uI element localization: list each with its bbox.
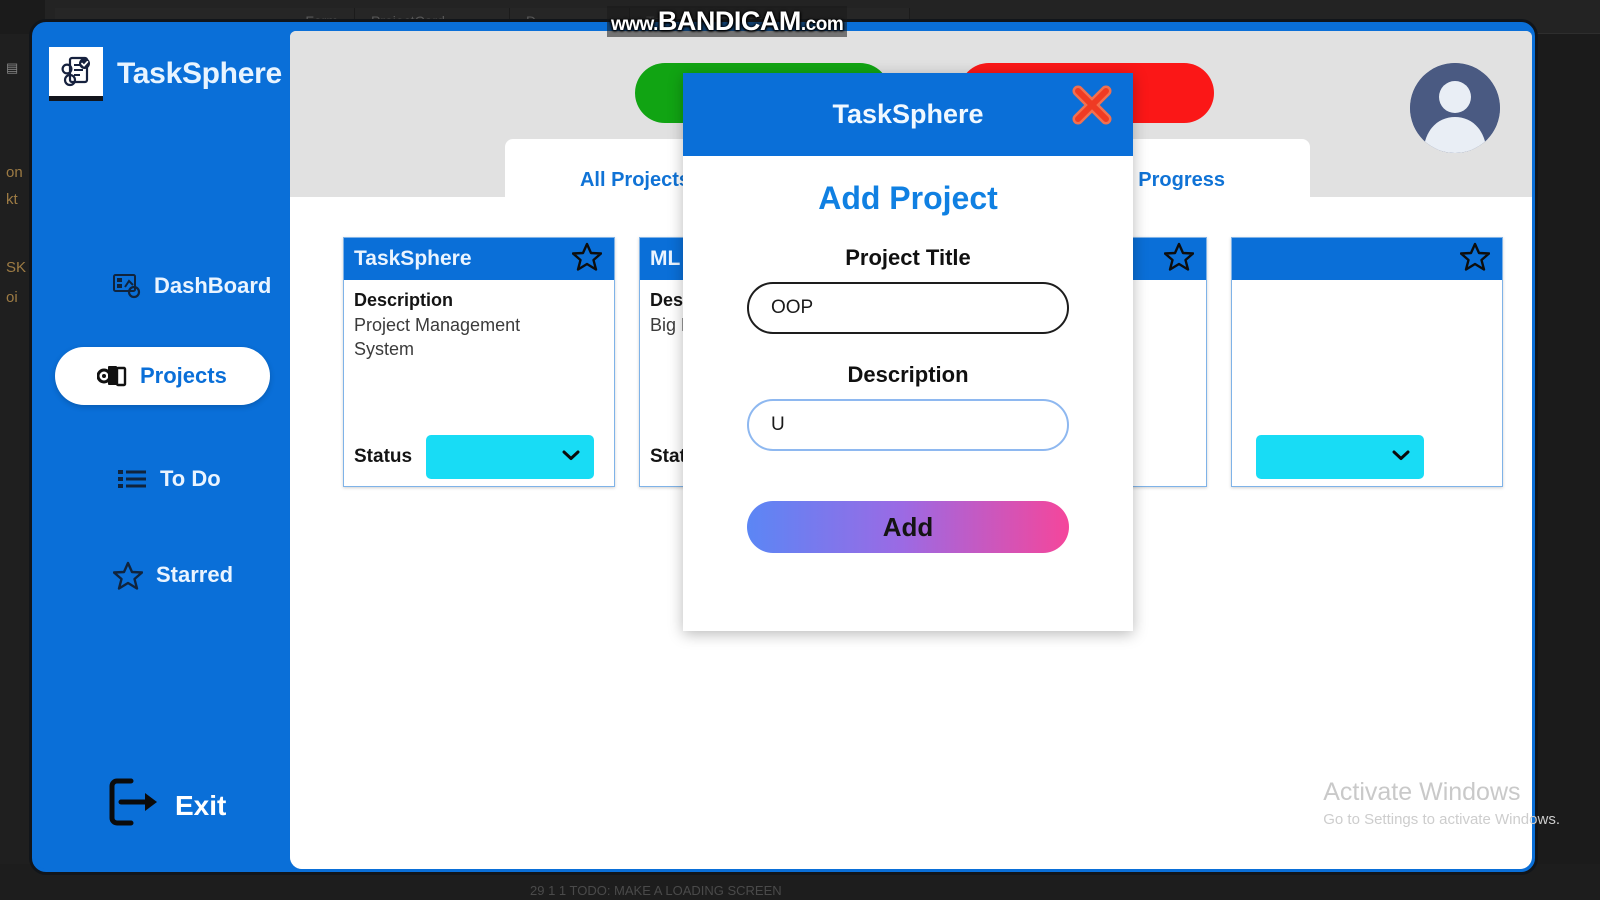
sidebar-item-label: Projects — [140, 363, 227, 388]
card-status-dropdown[interactable] — [426, 435, 595, 479]
chevron-down-icon — [562, 448, 580, 466]
sidebar-item-label: Starred — [156, 562, 234, 587]
ide-gutter-text: SK — [6, 259, 27, 276]
star-outline-icon — [113, 561, 143, 590]
project-description-input[interactable] — [747, 399, 1069, 451]
projects-gear-document-icon — [97, 363, 127, 389]
project-title-label: Project Title — [845, 245, 971, 270]
logout-arrow-icon — [101, 773, 159, 838]
card-body — [1232, 280, 1502, 430]
exit-button[interactable]: Exit — [101, 773, 226, 838]
card-body: Description Project Management System — [344, 280, 614, 430]
star-outline-icon[interactable] — [571, 242, 603, 276]
sidebar-item-todo[interactable]: To Do — [35, 451, 290, 507]
dialog-titlebar: TaskSphere — [683, 73, 1133, 156]
card-footer — [1232, 432, 1502, 482]
star-outline-icon[interactable] — [1163, 242, 1195, 276]
sidebar-item-projects[interactable]: Projects — [55, 347, 270, 405]
sidebar-item-label: To Do — [160, 466, 221, 491]
dashboard-chart-icon — [113, 273, 141, 299]
card-header — [1232, 238, 1502, 280]
ide-gutter-text: on — [6, 164, 23, 181]
clipboard-check-gear-icon — [49, 47, 103, 101]
dialog-heading: Add Project — [818, 180, 998, 216]
close-x-icon[interactable] — [1067, 80, 1117, 130]
add-button[interactable]: Add — [747, 501, 1069, 553]
bandicam-brand: BANDICAM — [657, 6, 801, 36]
card-status-dropdown[interactable] — [1256, 435, 1424, 479]
sidebar: TaskSphere DashBoard Projects To Do Star… — [35, 25, 290, 869]
card-header: TaskSphere — [344, 238, 614, 280]
sidebar-item-dashboard[interactable]: DashBoard — [35, 258, 290, 314]
bandicam-prefix: www. — [611, 14, 658, 35]
add-project-dialog: TaskSphere Add Project Project Title Des… — [683, 73, 1133, 631]
card-footer: Status — [344, 432, 614, 482]
chevron-down-icon — [1392, 448, 1410, 466]
ide-gutter-text: oi — [6, 289, 18, 306]
table-row[interactable]: TaskSphere Description Project Managemen… — [343, 237, 615, 487]
card-description-text: Project Management System — [354, 315, 521, 360]
bandicam-watermark: www.BANDICAM.com — [607, 6, 848, 37]
card-description-label: Description — [354, 290, 454, 310]
ide-gutter-icon: ▤ — [6, 60, 19, 75]
app-brand-label: TaskSphere — [117, 57, 282, 90]
card-title: TaskSphere — [354, 247, 472, 270]
ide-gutter-text: kt — [6, 191, 18, 208]
exit-label: Exit — [175, 789, 227, 821]
card-status-label: Status — [354, 446, 413, 467]
ide-status-text: 29 1 1 TODO: MAKE A LOADING SCREEN — [530, 883, 782, 898]
project-title-input[interactable] — [747, 282, 1069, 334]
table-row[interactable] — [1231, 237, 1503, 487]
list-bullets-icon — [117, 467, 147, 491]
sidebar-item-starred[interactable]: Starred — [35, 547, 290, 603]
bandicam-suffix: .com — [800, 14, 844, 35]
project-description-label: Description — [847, 362, 969, 387]
app-brand: TaskSphere — [49, 47, 282, 101]
sidebar-item-label: DashBoard — [154, 273, 272, 298]
star-outline-icon[interactable] — [1459, 242, 1491, 276]
dialog-title: TaskSphere — [832, 99, 984, 129]
